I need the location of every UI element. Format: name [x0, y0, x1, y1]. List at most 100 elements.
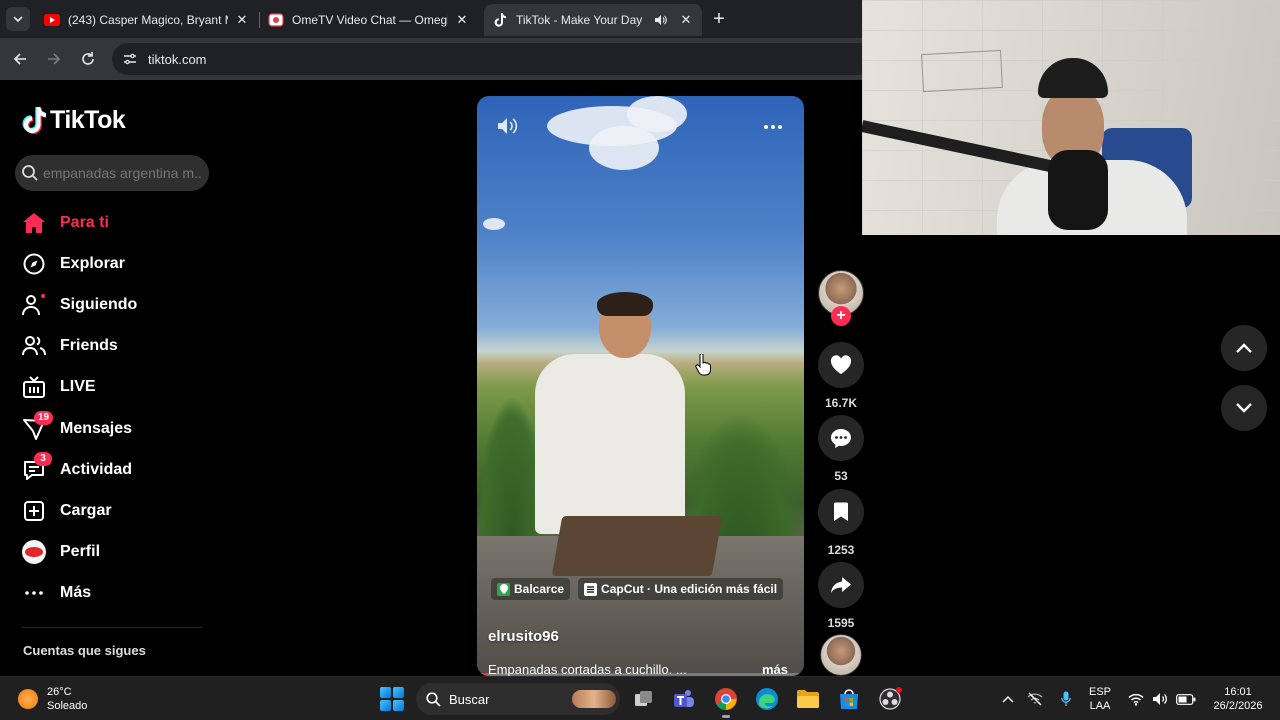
sidebar-item-live[interactable]: LIVE — [0, 367, 210, 408]
previous-video-button[interactable] — [1221, 325, 1267, 371]
store-button[interactable] — [835, 685, 863, 713]
chrome-taskbar-button[interactable] — [712, 685, 740, 718]
tiktok-page: TikTok Para ti Explorar Siguiendo — [0, 80, 864, 676]
video-tags: Balcarce CapCut · Una edición más fácil — [491, 578, 784, 600]
tiktok-logo[interactable]: TikTok — [22, 106, 126, 135]
back-button[interactable] — [8, 47, 32, 71]
system-tray: ESP LAA — [998, 677, 1196, 720]
tiktok-logo-icon — [22, 107, 46, 134]
hand-cursor-icon — [695, 354, 711, 376]
tab-search-dropdown-button[interactable] — [6, 7, 30, 31]
store-icon — [840, 689, 858, 709]
location-pin-icon — [497, 582, 510, 596]
webcam-wall-note — [921, 49, 1003, 93]
messages-icon: 19 — [22, 410, 54, 441]
quick-settings-button[interactable] — [1128, 692, 1196, 706]
volume-button[interactable] — [497, 116, 519, 138]
messages-badge: 19 — [34, 410, 54, 425]
video-author[interactable]: elrusito96 — [488, 628, 559, 645]
sidebar-item-explorar[interactable]: Explorar — [0, 243, 210, 284]
start-button[interactable] — [380, 687, 404, 711]
location-tag[interactable]: Balcarce — [491, 578, 571, 600]
microphone-button[interactable] — [1052, 691, 1080, 707]
like-count: 16.7K — [824, 396, 858, 410]
sidebar-item-mensajes[interactable]: 19 Mensajes — [0, 408, 210, 449]
speaker-icon[interactable] — [652, 12, 668, 28]
sidebar-item-cargar[interactable]: Cargar — [0, 490, 210, 531]
show-hidden-icons-button[interactable] — [998, 695, 1018, 703]
network-off-button[interactable] — [1018, 692, 1052, 706]
sidebar-item-para-ti[interactable]: Para ti — [0, 202, 210, 243]
tab-tiktok[interactable]: TikTok - Make Your Day ✕ — [484, 4, 702, 36]
weather-widget[interactable]: 26°C Soleado — [18, 685, 87, 713]
youtube-icon — [44, 12, 60, 28]
edge-icon — [756, 688, 778, 710]
location-tag-label: Balcarce — [514, 582, 565, 596]
save-button[interactable] — [818, 489, 864, 535]
clock[interactable]: 16:01 26/2/2026 — [1204, 677, 1272, 720]
more-dots-icon — [764, 125, 782, 129]
sidebar-item-actividad[interactable]: 3 Actividad — [0, 449, 210, 490]
task-view-button[interactable] — [630, 685, 658, 713]
profile-avatar — [22, 540, 46, 565]
new-tab-button[interactable]: + — [708, 8, 730, 30]
video-more-options-button[interactable] — [762, 118, 784, 136]
search-input[interactable] — [43, 165, 203, 181]
battery-icon — [1176, 693, 1196, 705]
address-bar[interactable]: tiktok.com — [112, 43, 862, 75]
bookmark-icon — [834, 502, 848, 521]
next-video-button[interactable] — [1221, 385, 1267, 431]
search-box[interactable] — [15, 155, 209, 191]
video-frame-person — [535, 354, 685, 534]
obs-button[interactable] — [876, 685, 904, 713]
file-explorer-button[interactable] — [794, 685, 822, 713]
home-icon — [22, 211, 46, 235]
tab-title: OmeTV Video Chat — Omegle — [292, 13, 448, 27]
comment-count: 53 — [834, 469, 848, 483]
follow-plus-icon[interactable]: + — [831, 306, 851, 326]
weather-desc: Soleado — [47, 700, 88, 712]
windows-logo-pane — [380, 700, 391, 711]
sidebar-item-label: Siguiendo — [60, 295, 138, 313]
taskbar-search[interactable]: Buscar — [416, 683, 620, 715]
edge-button[interactable] — [753, 685, 781, 713]
creator-avatar[interactable]: + — [818, 270, 864, 326]
speaker-icon — [498, 118, 518, 134]
capcut-tag[interactable]: CapCut · Una edición más fácil — [578, 578, 784, 600]
tab-youtube[interactable]: (243) Casper Magico, Bryant Myers ✕ — [36, 4, 258, 36]
sidebar-item-label: LIVE — [60, 378, 96, 396]
microphone-icon — [1061, 691, 1071, 706]
forward-button[interactable] — [42, 47, 66, 71]
like-button[interactable] — [818, 342, 864, 388]
webcam-microphone — [1048, 150, 1108, 230]
following-accounts-title: Cuentas que sigues — [23, 643, 146, 658]
close-tab-icon[interactable]: ✕ — [234, 12, 250, 28]
comment-button[interactable] — [818, 415, 864, 461]
tiktok-icon — [492, 12, 508, 28]
sidebar-item-friends[interactable]: Friends — [0, 326, 210, 367]
weather-temp: 26°C — [47, 686, 72, 698]
clock-time: 16:01 — [1224, 686, 1252, 698]
upload-icon — [22, 499, 46, 523]
sidebar-item-label: Más — [60, 584, 92, 602]
reload-button[interactable] — [76, 47, 100, 71]
sidebar-item-mas[interactable]: Más — [0, 573, 210, 614]
share-button[interactable] — [818, 562, 864, 608]
language-indicator[interactable]: ESP LAA — [1080, 685, 1120, 713]
sidebar-divider — [22, 627, 202, 628]
sidebar-item-siguiendo[interactable]: Siguiendo — [0, 284, 210, 325]
video-player[interactable]: Balcarce CapCut · Una edición más fácil … — [477, 96, 804, 676]
folder-icon — [797, 690, 819, 708]
save-count: 1253 — [827, 543, 855, 557]
sidebar-item-perfil[interactable]: Perfil — [0, 532, 210, 573]
teams-button[interactable] — [670, 685, 698, 713]
sidebar-item-label: Explorar — [60, 254, 125, 272]
sound-disc[interactable] — [820, 634, 862, 676]
compass-icon — [22, 252, 46, 276]
video-frame-cloud — [483, 218, 505, 230]
site-info-icon[interactable] — [120, 49, 140, 69]
close-tab-icon[interactable]: ✕ — [678, 12, 694, 28]
tab-ometv[interactable]: OmeTV Video Chat — Omegle ✕ — [260, 4, 478, 36]
chevron-down-icon — [1236, 403, 1252, 413]
close-tab-icon[interactable]: ✕ — [454, 12, 470, 28]
